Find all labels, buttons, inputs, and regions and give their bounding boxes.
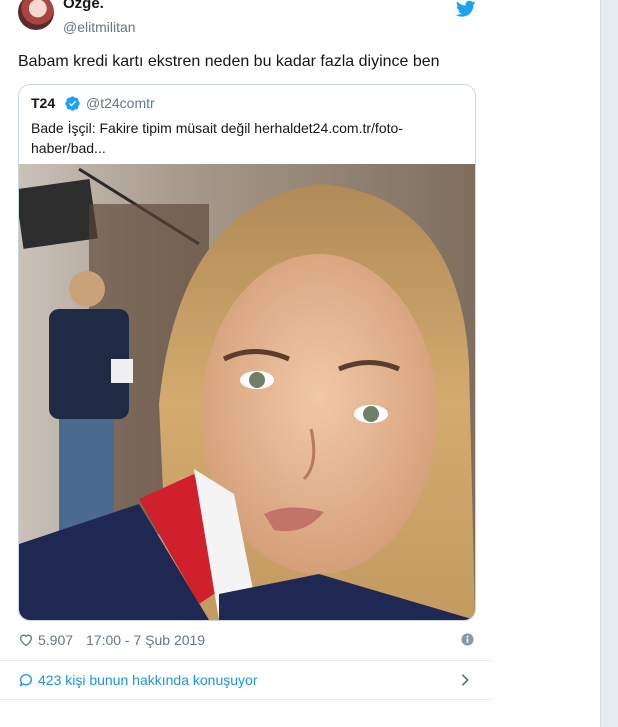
- verified-badge-icon: [65, 96, 80, 111]
- heart-icon[interactable]: [18, 632, 34, 647]
- conversation-link[interactable]: 423 kişi bunun hakkında konuşuyor: [18, 670, 476, 692]
- card-photo[interactable]: [19, 164, 475, 620]
- bottom-divider: [0, 699, 493, 700]
- tweet-meta: 5.907 17:00 - 7 Şub 2019: [18, 630, 476, 650]
- chevron-right-icon[interactable]: [460, 673, 470, 687]
- tweet-timestamp[interactable]: 17:00 - 7 Şub 2019: [86, 632, 205, 648]
- info-icon[interactable]: [461, 633, 474, 646]
- card-author-handle[interactable]: @t24comtr: [86, 95, 155, 111]
- tweet-text: Babam kredi kartı ekstren neden bu kadar…: [18, 53, 440, 70]
- divider: [0, 660, 493, 661]
- card-author-name[interactable]: T24: [31, 95, 55, 111]
- twitter-bird-icon[interactable]: [456, 0, 476, 18]
- avatar[interactable]: [18, 0, 54, 30]
- page-gutter: [600, 0, 618, 727]
- card-text: Bade İşçil: Fakire tipim müsait değil he…: [31, 120, 403, 156]
- speech-bubble-icon: [19, 674, 32, 687]
- like-count[interactable]: 5.907: [38, 632, 73, 648]
- author-display-name[interactable]: Özge.: [63, 0, 104, 12]
- quoted-link-card[interactable]: T24 @t24comtr Bade İşçil: Fakire tipim m…: [18, 84, 476, 621]
- conversation-label[interactable]: 423 kişi bunun hakkında konuşuyor: [38, 672, 257, 688]
- author-handle[interactable]: @elitmilitan: [63, 19, 136, 35]
- tweet: Özge. @elitmilitan Babam kredi kartı eks…: [0, 0, 493, 727]
